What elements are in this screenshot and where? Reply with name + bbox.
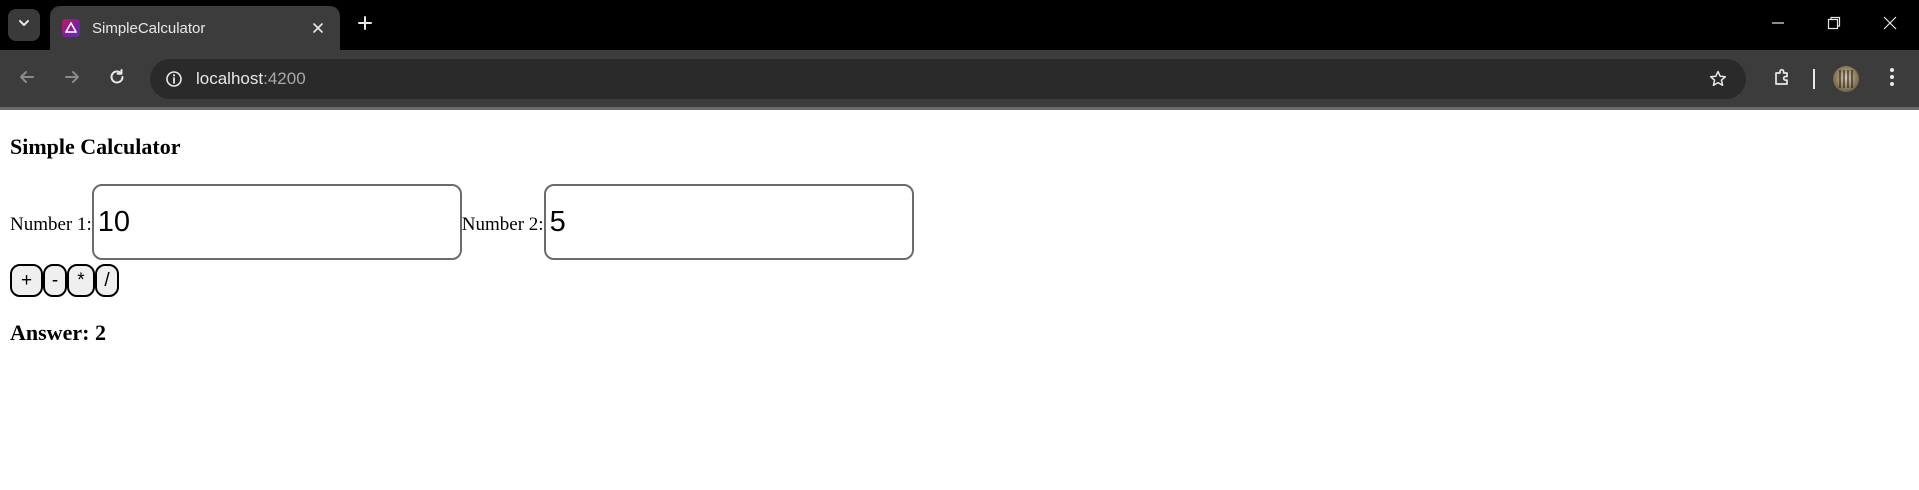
back-button[interactable] bbox=[11, 63, 43, 95]
bookmark-star-icon[interactable] bbox=[1704, 65, 1732, 93]
number1-label: Number 1: bbox=[10, 214, 92, 235]
extensions-button[interactable] bbox=[1766, 63, 1798, 95]
arrow-left-icon bbox=[18, 68, 36, 91]
site-info-icon[interactable] bbox=[160, 65, 188, 93]
number1-input[interactable] bbox=[91, 184, 462, 260]
answer-text: Answer: 2 bbox=[10, 320, 106, 346]
browser-tab[interactable]: SimpleCalculator bbox=[50, 6, 340, 50]
puzzle-icon bbox=[1772, 67, 1792, 92]
minimize-button[interactable] bbox=[1750, 0, 1806, 50]
add-button[interactable]: + bbox=[10, 264, 43, 297]
browser-menu-button[interactable] bbox=[1876, 63, 1908, 95]
tab-strip: SimpleCalculator bbox=[0, 0, 1919, 50]
page-content: Simple Calculator Number 1: Number 2: + … bbox=[10, 110, 1919, 490]
answer-value: 2 bbox=[94, 320, 106, 345]
profile-avatar[interactable] bbox=[1833, 66, 1859, 92]
address-bar[interactable]: localhost:4200 bbox=[150, 59, 1746, 99]
subtract-button[interactable]: - bbox=[43, 264, 67, 297]
number2-input[interactable] bbox=[543, 184, 914, 260]
reload-button[interactable] bbox=[101, 63, 133, 95]
angular-favicon-icon bbox=[62, 19, 80, 37]
restore-button[interactable] bbox=[1806, 0, 1862, 50]
restore-icon bbox=[1827, 16, 1841, 35]
page-title: Simple Calculator bbox=[10, 134, 181, 159]
close-window-button[interactable] bbox=[1862, 0, 1918, 50]
operations-row: + - * / bbox=[10, 264, 119, 297]
arrow-right-icon bbox=[63, 68, 81, 91]
close-icon bbox=[1883, 16, 1897, 35]
toolbar-separator bbox=[1813, 69, 1815, 89]
tab-title: SimpleCalculator bbox=[92, 19, 206, 37]
new-tab-button[interactable] bbox=[350, 10, 380, 40]
kebab-menu-icon bbox=[1889, 67, 1895, 92]
number-inputs-row: Number 1: Number 2: bbox=[10, 184, 914, 260]
chevron-down-icon bbox=[17, 16, 31, 35]
answer-label: Answer: bbox=[10, 320, 90, 345]
url-text[interactable]: localhost:4200 bbox=[196, 69, 306, 89]
minimize-icon bbox=[1771, 16, 1785, 35]
url-host: localhost bbox=[196, 69, 264, 88]
divide-button[interactable]: / bbox=[95, 264, 119, 297]
close-tab-icon[interactable] bbox=[304, 14, 332, 42]
multiply-button[interactable]: * bbox=[67, 264, 95, 297]
reload-icon bbox=[108, 68, 126, 91]
number2-label: Number 2: bbox=[461, 214, 544, 235]
tab-search-button[interactable] bbox=[8, 9, 40, 41]
plus-icon bbox=[357, 15, 373, 36]
forward-button[interactable] bbox=[56, 63, 88, 95]
url-port: :4200 bbox=[263, 69, 306, 88]
